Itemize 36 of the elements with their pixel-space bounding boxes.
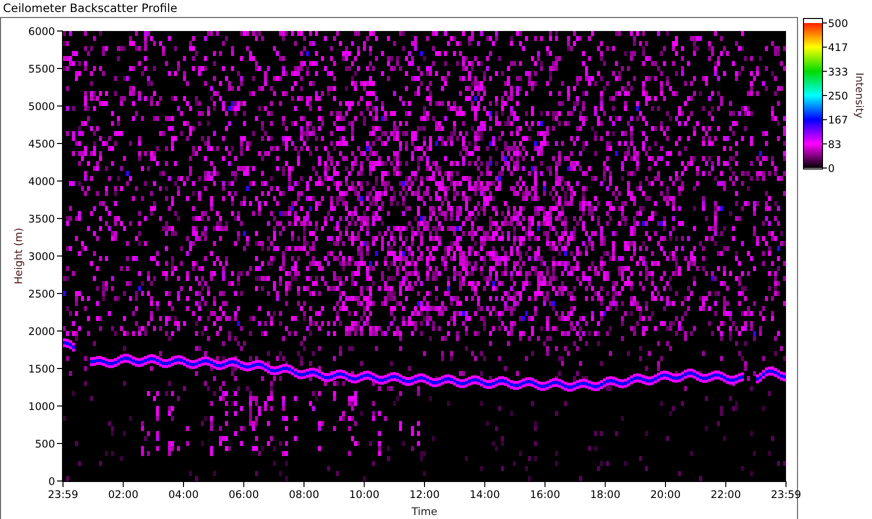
tick-label: 2500 bbox=[28, 288, 55, 300]
tick-label: 417 bbox=[828, 42, 848, 54]
tick-label: 500 bbox=[34, 438, 55, 450]
tick-label: 500 bbox=[828, 18, 848, 30]
tick-label: 04:00 bbox=[168, 489, 199, 501]
tick-label: 2000 bbox=[28, 326, 55, 338]
tick-label: 06:00 bbox=[228, 489, 259, 501]
tick-label: 5500 bbox=[28, 64, 55, 76]
tick-label: 02:00 bbox=[108, 489, 138, 501]
chart-title: Ceilometer Backscatter Profile bbox=[2, 0, 178, 17]
axis-title: Intensity bbox=[853, 72, 865, 118]
tick-label: 12:00 bbox=[409, 489, 440, 501]
tick-label: 83 bbox=[828, 138, 842, 151]
tick-label: 1000 bbox=[28, 401, 55, 413]
tick-label: 1500 bbox=[28, 364, 55, 376]
tick-label: 3500 bbox=[28, 214, 55, 226]
tick-label: 22:00 bbox=[710, 489, 741, 501]
tick-label: 14:00 bbox=[470, 489, 500, 501]
axis-title: Time bbox=[412, 506, 438, 518]
tick-label: 4000 bbox=[28, 176, 55, 188]
tick-label: 16:00 bbox=[530, 489, 560, 501]
tick-label: 5000 bbox=[28, 101, 55, 113]
tick-label: 18:00 bbox=[590, 489, 620, 501]
tick-label: 0 bbox=[828, 163, 835, 175]
tick-label: 0 bbox=[48, 476, 55, 488]
tick-label: 250 bbox=[828, 90, 848, 102]
tick-label: 4500 bbox=[28, 138, 55, 150]
axis-title: Height (m) bbox=[13, 228, 25, 284]
tick-label: 23:59 bbox=[48, 489, 78, 501]
tick-label: 20:00 bbox=[650, 489, 681, 501]
tick-label: 167 bbox=[828, 114, 848, 127]
tick-label: 10:00 bbox=[349, 489, 380, 501]
tick-label: 6000 bbox=[28, 26, 55, 38]
tick-label: 08:00 bbox=[288, 489, 320, 501]
tick-label: 333 bbox=[828, 66, 848, 78]
tick-label: 3000 bbox=[28, 251, 55, 263]
